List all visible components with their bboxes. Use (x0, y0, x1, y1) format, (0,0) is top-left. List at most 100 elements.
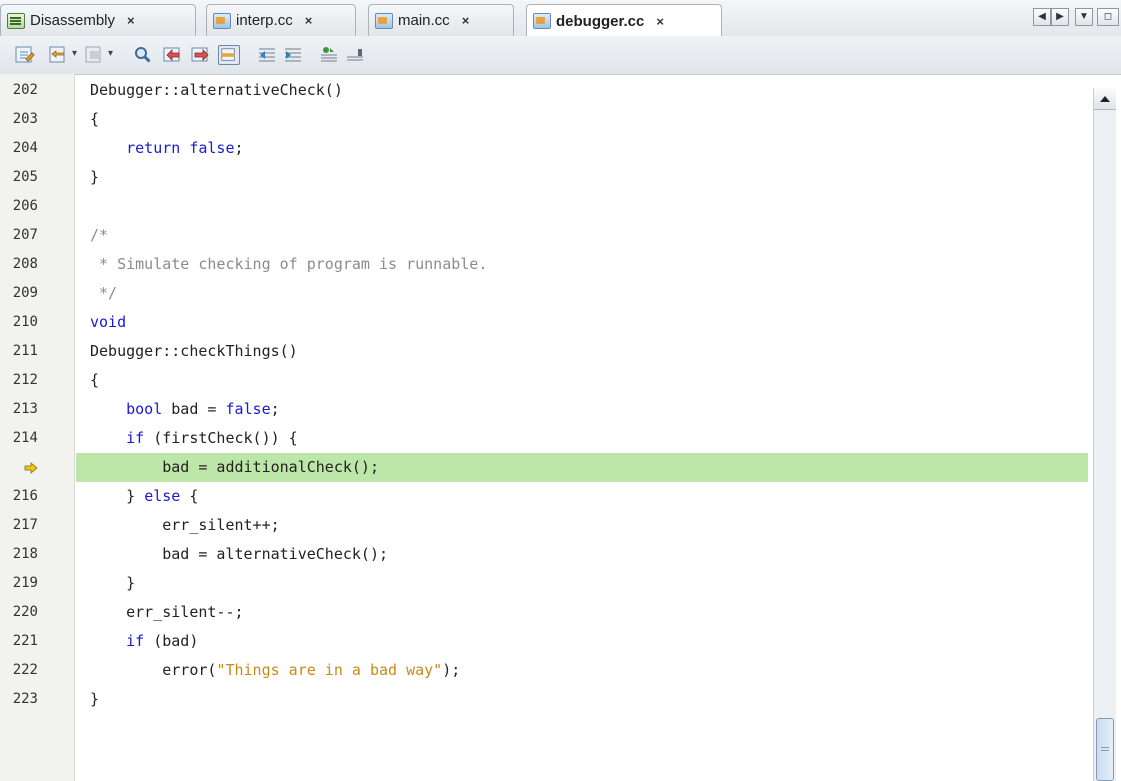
scrollbar-thumb[interactable] (1096, 718, 1114, 781)
line-number[interactable]: 223 (0, 685, 38, 714)
line-number[interactable]: 211 (0, 337, 38, 366)
code-line[interactable]: { (76, 105, 1088, 134)
code-line[interactable]: if (firstCheck()) { (76, 424, 1088, 453)
line-number[interactable]: 204 (0, 134, 38, 163)
line-number[interactable]: 203 (0, 105, 38, 134)
shift-line-left-icon[interactable] (256, 45, 278, 65)
line-number[interactable]: 222 (0, 656, 38, 685)
code-line[interactable]: err_silent--; (76, 598, 1088, 627)
code-line[interactable]: } else { (76, 482, 1088, 511)
line-number[interactable]: 210 (0, 308, 38, 337)
line-number[interactable]: 213 (0, 395, 38, 424)
line-number[interactable]: 218 (0, 540, 38, 569)
forward-icon[interactable] (84, 45, 106, 65)
code-token: err_silent++; (90, 516, 280, 534)
code-editor[interactable]: Debugger::alternativeCheck(){ return fal… (76, 74, 1088, 781)
code-line[interactable]: error("Things are in a bad way"); (76, 656, 1088, 685)
cc-file-icon (533, 13, 551, 29)
code-line[interactable]: return false; (76, 134, 1088, 163)
back-icon[interactable] (48, 45, 70, 65)
stop-macro-recording-icon[interactable] (344, 45, 366, 65)
close-icon[interactable]: × (462, 13, 470, 28)
code-line[interactable]: err_silent++; (76, 511, 1088, 540)
back-dropdown-icon[interactable]: ▾ (72, 48, 77, 59)
line-number[interactable]: 219 (0, 569, 38, 598)
code-token: } (90, 168, 100, 186)
line-number[interactable]: 216 (0, 482, 38, 511)
code-line[interactable]: { (76, 366, 1088, 395)
line-number[interactable]: 217 (0, 511, 38, 540)
line-number[interactable]: 208 (0, 250, 38, 279)
code-token: */ (90, 284, 118, 302)
code-token: Debugger::checkThings() (90, 342, 298, 360)
line-number-gutter[interactable]: 202 203 204 205 206 207 208 209 210 211 212 213 214 2… (0, 74, 75, 781)
code-line[interactable]: } (76, 569, 1088, 598)
find-icon[interactable] (132, 45, 154, 65)
current-execution-line[interactable]: bad = additionalCheck(); (76, 453, 1088, 482)
code-token: { (90, 371, 100, 389)
code-token: * Simulate checking of program is runnab… (90, 255, 488, 273)
code-token: bool (126, 400, 163, 418)
code-line[interactable]: /* (76, 221, 1088, 250)
code-token: } (90, 690, 100, 708)
code-line[interactable]: } (76, 685, 1088, 714)
code-line[interactable]: */ (76, 279, 1088, 308)
code-line[interactable]: bool bad = false; (76, 395, 1088, 424)
code-token: } (90, 574, 136, 592)
line-number[interactable]: 214 (0, 424, 38, 453)
cc-file-icon (213, 12, 231, 29)
code-token: /* (90, 226, 109, 244)
line-number[interactable]: 221 (0, 627, 38, 656)
code-token: error( (90, 661, 217, 679)
code-token: "Things are in a bad way" (216, 661, 443, 679)
code-line[interactable]: } (76, 163, 1088, 192)
line-number[interactable]: 202 (0, 76, 38, 105)
line-number[interactable]: 206 (0, 192, 38, 221)
toggle-highlight-search-icon[interactable] (218, 45, 240, 65)
tab-interp-cc[interactable]: interp.cc × (206, 4, 356, 36)
close-icon[interactable]: × (127, 13, 135, 28)
code-line[interactable]: Debugger::checkThings() (76, 337, 1088, 366)
code-token: void (90, 313, 127, 331)
code-token: bad = additionalCheck(); (90, 458, 379, 476)
tab-debugger-cc[interactable]: debugger.cc × (526, 4, 722, 37)
line-number[interactable]: 212 (0, 366, 38, 395)
tab-label: main.cc (398, 12, 450, 29)
tab-label: interp.cc (236, 12, 293, 29)
code-token: bad = alternativeCheck(); (90, 545, 389, 563)
line-number[interactable]: 205 (0, 163, 38, 192)
code-line[interactable]: * Simulate checking of program is runnab… (76, 250, 1088, 279)
find-next-icon[interactable] (190, 45, 212, 65)
code-line[interactable]: Debugger::alternativeCheck() (76, 76, 1088, 105)
last-edit-icon[interactable] (14, 45, 36, 65)
line-number[interactable]: 207 (0, 221, 38, 250)
close-icon[interactable]: × (305, 13, 313, 28)
tab-main-cc[interactable]: main.cc × (368, 4, 514, 36)
scroll-tabs-left-button[interactable]: ◀ (1033, 8, 1051, 26)
code-token: ; (234, 139, 244, 157)
shift-line-right-icon[interactable] (282, 45, 304, 65)
forward-dropdown-icon[interactable]: ▾ (108, 48, 113, 59)
code-line[interactable]: bad = alternativeCheck(); (76, 540, 1088, 569)
line-number[interactable]: 220 (0, 598, 38, 627)
maximize-window-button[interactable]: ◻ (1097, 8, 1119, 26)
scroll-up-arrow-icon[interactable] (1094, 88, 1116, 110)
code-token: Debugger::alternativeCheck() (90, 81, 343, 99)
scroll-tabs-right-button[interactable]: ▶ (1051, 8, 1069, 26)
vertical-scrollbar[interactable] (1093, 88, 1116, 781)
code-token: if (126, 429, 145, 447)
tab-disassembly[interactable]: Disassembly × (0, 4, 196, 36)
tab-list-dropdown-button[interactable]: ▼ (1075, 8, 1093, 26)
find-previous-icon[interactable] (162, 45, 184, 65)
tab-label: Disassembly (30, 12, 116, 29)
start-macro-recording-icon[interactable] (318, 45, 340, 65)
close-icon[interactable]: × (656, 14, 664, 29)
code-token: return false (126, 139, 235, 157)
code-line[interactable]: void (76, 308, 1088, 337)
line-number[interactable]: 209 (0, 279, 38, 308)
disassembly-file-icon (7, 12, 25, 29)
code-line[interactable]: if (bad) (76, 627, 1088, 656)
code-line[interactable] (76, 192, 1088, 221)
